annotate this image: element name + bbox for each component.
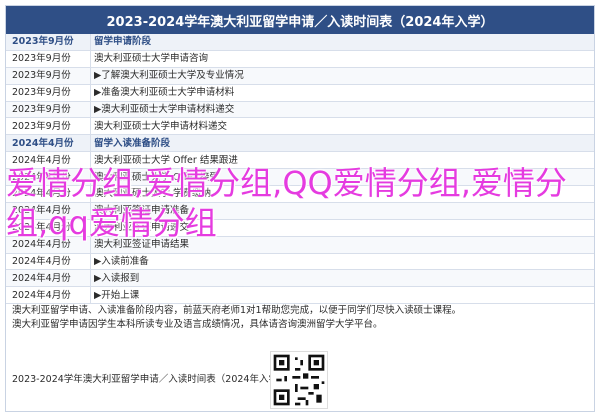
section-row: 2023年9月份 留学申请阶段 (6, 34, 594, 51)
date-cell: 2023年9月份 (6, 34, 91, 51)
date-cell: 2024年4月份 (6, 253, 91, 271)
task-cell: ▶入读报到 (90, 269, 594, 288)
task-cell: 澳大利亚硕士大学申请咨询 (90, 50, 594, 68)
table-row: 2024年4月份 ▶入读报到 (6, 269, 594, 288)
notes: 澳大利亚留学申请、入读准备阶段内容，前蓝天府老师1对1帮助您完成，以便于同学们尽… (6, 304, 594, 332)
table-row: 2023年9月份 ▶了解澳大利亚硕士大学及专业情况 (6, 67, 594, 85)
note-line: 澳大利亚留学申请、入读准备阶段内容，前蓝天府老师1对1帮助您完成，以便于同学们尽… (12, 305, 462, 316)
task-cell: ▶澳大利亚硕士大学申请材料递交 (90, 101, 594, 119)
task-cell: 留学申请阶段 (90, 34, 594, 51)
date-cell: 2023年9月份 (6, 101, 91, 119)
date-cell: 2024年4月份 (6, 134, 91, 153)
section-row: 2024年4月份 留学入读准备阶段 (6, 134, 594, 153)
qr-code-icon (270, 351, 328, 409)
page-title: 2023-2024学年澳大利亚留学申请／入读时间表（2024年入学） (6, 6, 594, 34)
date-cell: 2023年9月份 (6, 50, 91, 68)
task-cell: ▶准备澳大利亚硕士大学申请材料 (90, 84, 594, 102)
task-cell: 澳大利亚硕士大学申请材料递交 (90, 117, 594, 136)
task-cell: ▶入读前准备 (90, 253, 594, 271)
date-cell: 2024年4月份 (6, 286, 91, 305)
footer-text: 2023-2024学年澳大利亚留学申请／入读时间表（2024年入学） (12, 374, 288, 385)
table-row: 2024年4月份 ▶入读前准备 (6, 253, 594, 271)
note-line: 澳大利亚留学申请因学生本科所读专业及语言成绩情况，具体请咨询澳洲留学大学平台。 (12, 319, 383, 330)
task-cell: 留学入读准备阶段 (90, 134, 594, 153)
task-cell: ▶开始上课 (90, 286, 594, 305)
table-row: 2023年9月份 ▶准备澳大利亚硕士大学申请材料 (6, 84, 594, 102)
table-row: 2023年9月份 澳大利亚硕士大学申请材料递交 (6, 117, 594, 136)
task-cell: ▶了解澳大利亚硕士大学及专业情况 (90, 67, 594, 85)
date-cell: 2023年9月份 (6, 117, 91, 136)
table-row: 2023年9月份 澳大利亚硕士大学申请咨询 (6, 50, 594, 68)
table-row: 2023年9月份 ▶澳大利亚硕士大学申请材料递交 (6, 101, 594, 119)
date-cell: 2023年9月份 (6, 67, 91, 85)
date-cell: 2023年9月份 (6, 84, 91, 102)
date-cell: 2024年4月份 (6, 269, 91, 288)
table-row: 2024年4月份 ▶开始上课 (6, 286, 594, 305)
overlay-text: 爱情分组,爱情分组,QQ爱情分组,爱情分组,qq爱情分组 (6, 164, 567, 242)
